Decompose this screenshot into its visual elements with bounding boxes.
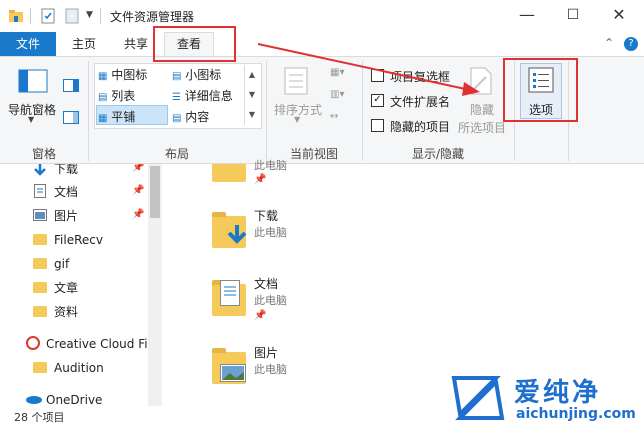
watermark-logo-icon	[451, 376, 505, 420]
watermark-url: aichunjing.com	[516, 406, 636, 422]
watermark: 爱纯净 aichunjing.com	[450, 372, 640, 426]
annotation-arrow	[257, 43, 480, 96]
watermark-brand: 爱纯净	[514, 378, 602, 408]
